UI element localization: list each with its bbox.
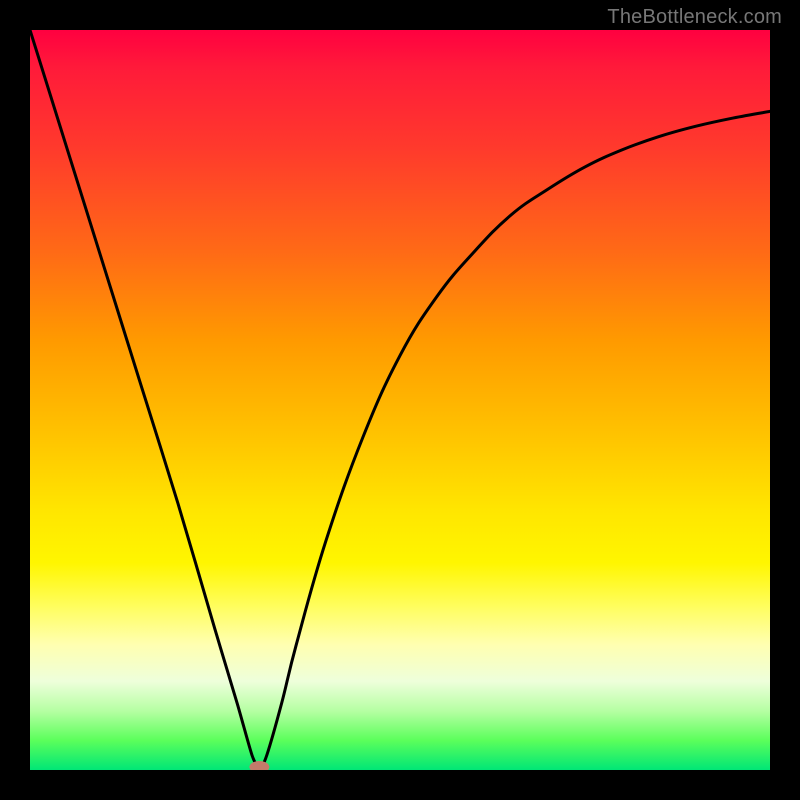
min-marker <box>249 761 269 770</box>
plot-area <box>30 30 770 770</box>
chart-frame: TheBottleneck.com <box>0 0 800 800</box>
watermark-text: TheBottleneck.com <box>607 6 782 29</box>
curve-layer <box>30 30 770 770</box>
bottleneck-curve <box>30 30 770 770</box>
